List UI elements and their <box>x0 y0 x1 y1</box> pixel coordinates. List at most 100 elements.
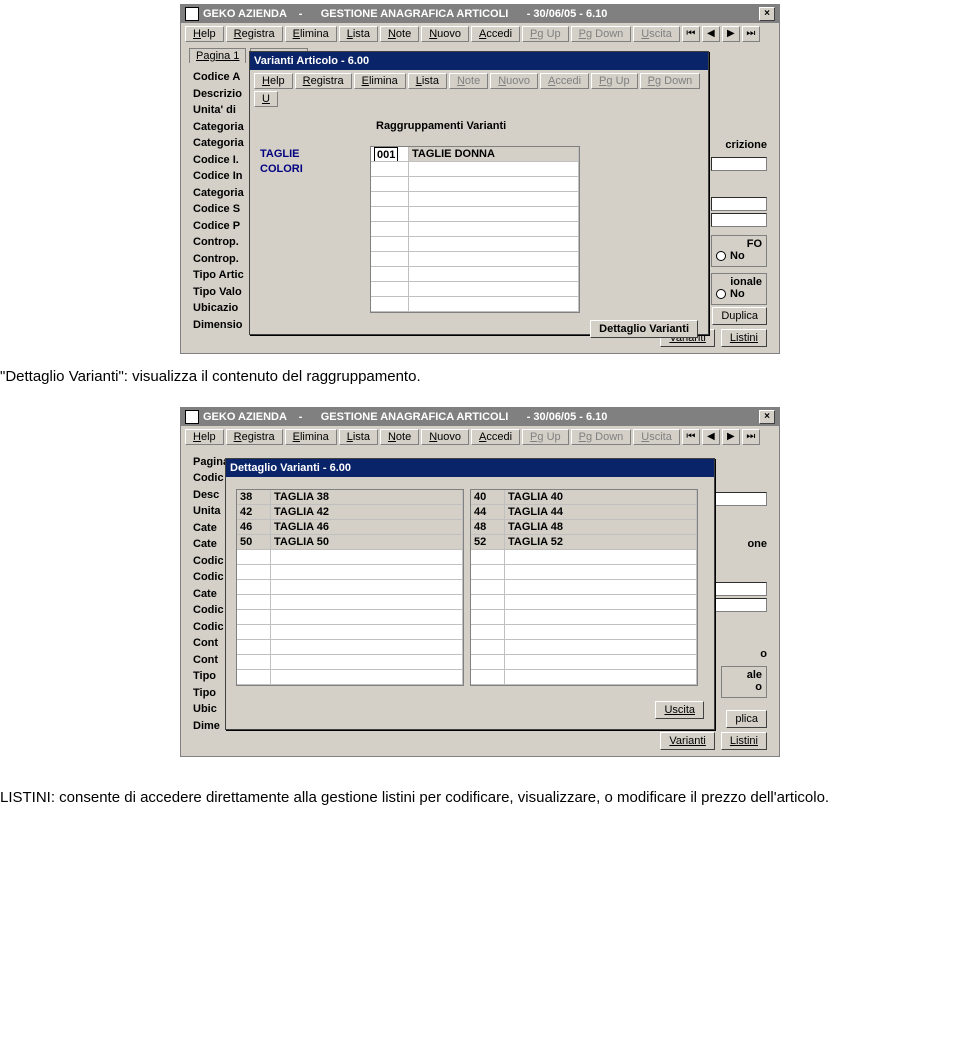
grid-cell[interactable] <box>471 640 505 655</box>
grid-cell[interactable] <box>409 252 579 267</box>
menu-registra[interactable]: Registra <box>226 26 283 42</box>
modal-menu-help[interactable]: Help <box>254 73 293 89</box>
grid-cell[interactable] <box>271 580 463 595</box>
menu-elimina[interactable]: Elimina <box>285 26 337 42</box>
grid-cell[interactable] <box>271 625 463 640</box>
grid-cell[interactable]: 46 <box>237 520 271 535</box>
grid-cell[interactable] <box>409 237 579 252</box>
grid-cell[interactable]: 50 <box>237 535 271 550</box>
modal-menu-elimina[interactable]: Elimina <box>354 73 406 89</box>
menu-accedi[interactable]: Accedi <box>471 429 520 445</box>
menu-note[interactable]: Note <box>380 26 419 42</box>
grid-cell[interactable]: 52 <box>471 535 505 550</box>
grid-cell[interactable] <box>471 550 505 565</box>
grid-cell[interactable] <box>505 580 697 595</box>
grid-cell[interactable] <box>237 580 271 595</box>
nav-⏭[interactable]: ⏭ <box>742 26 760 42</box>
grid-cell[interactable] <box>471 670 505 685</box>
menu-uscita[interactable]: Uscita <box>633 26 680 42</box>
grid-cell[interactable]: TAGLIA 46 <box>271 520 463 535</box>
close-icon[interactable]: × <box>759 410 775 424</box>
grid-cell[interactable] <box>505 655 697 670</box>
menu-note[interactable]: Note <box>380 429 419 445</box>
grid-cell[interactable] <box>471 565 505 580</box>
grid-cell[interactable] <box>471 580 505 595</box>
menu-pgup[interactable]: Pg Up <box>522 429 569 445</box>
grid-cell[interactable] <box>505 625 697 640</box>
modal-menu-lista[interactable]: Lista <box>408 73 447 89</box>
grid-cell[interactable]: TAGLIA 42 <box>271 505 463 520</box>
grid-cell[interactable]: TAGLIE DONNA <box>409 147 579 162</box>
modal-menu-u[interactable]: U <box>254 91 278 107</box>
grid-cell[interactable] <box>505 670 697 685</box>
varianti-button-2[interactable]: Varianti <box>660 732 714 750</box>
grid-cell[interactable]: 48 <box>471 520 505 535</box>
nav-⏮[interactable]: ⏮ <box>682 26 700 42</box>
grid-cell[interactable]: TAGLIA 48 <box>505 520 697 535</box>
grid-cell[interactable] <box>271 655 463 670</box>
side-item[interactable]: TAGLIE <box>260 148 303 163</box>
grid-cell[interactable] <box>271 550 463 565</box>
grid-cell[interactable] <box>409 267 579 282</box>
dettaglio-grid-left[interactable]: 38TAGLIA 3842TAGLIA 4246TAGLIA 4650TAGLI… <box>236 489 464 686</box>
grid-cell[interactable] <box>371 252 409 267</box>
grid-cell[interactable] <box>371 282 409 297</box>
grid-cell[interactable] <box>371 237 409 252</box>
menu-pgdown[interactable]: Pg Down <box>571 26 632 42</box>
grid-cell[interactable]: TAGLIA 44 <box>505 505 697 520</box>
side-item[interactable]: COLORI <box>260 163 303 178</box>
grid-cell[interactable] <box>237 595 271 610</box>
grid-cell[interactable] <box>371 207 409 222</box>
menu-nuovo[interactable]: Nuovo <box>421 429 469 445</box>
nav-▶[interactable]: ▶ <box>722 429 740 445</box>
grid-cell[interactable] <box>237 610 271 625</box>
modal-menu-registra[interactable]: Registra <box>295 73 352 89</box>
grid-cell[interactable] <box>505 550 697 565</box>
grid-cell[interactable] <box>271 670 463 685</box>
listini-button-2[interactable]: Listini <box>721 732 767 750</box>
grid-cell[interactable] <box>237 640 271 655</box>
menu-accedi[interactable]: Accedi <box>471 26 520 42</box>
menu-pgdown[interactable]: Pg Down <box>571 429 632 445</box>
menu-registra[interactable]: Registra <box>226 429 283 445</box>
tab-pagina-1[interactable]: Pagina 1 <box>189 48 246 63</box>
plica-button[interactable]: plica <box>726 710 767 728</box>
grid-cell[interactable] <box>371 267 409 282</box>
duplica-button[interactable]: Duplica <box>712 307 767 325</box>
grid-cell[interactable] <box>471 610 505 625</box>
grid-cell[interactable] <box>371 162 409 177</box>
grid-cell[interactable] <box>371 177 409 192</box>
listini-button[interactable]: Listini <box>721 329 767 347</box>
grid-cell[interactable] <box>271 610 463 625</box>
grid-cell[interactable] <box>471 595 505 610</box>
grid-cell[interactable] <box>237 565 271 580</box>
grid-cell[interactable]: TAGLIA 40 <box>505 490 697 505</box>
grid-cell[interactable] <box>371 192 409 207</box>
radio-icon[interactable] <box>716 251 726 261</box>
menu-nuovo[interactable]: Nuovo <box>421 26 469 42</box>
dettaglio-varianti-button[interactable]: Dettaglio Varianti <box>590 320 698 338</box>
grid-cell[interactable] <box>409 207 579 222</box>
radio-icon[interactable] <box>716 289 726 299</box>
grid-cell[interactable] <box>409 162 579 177</box>
grid-cell[interactable] <box>271 640 463 655</box>
menu-help[interactable]: Help <box>185 429 224 445</box>
grid-cell[interactable] <box>505 610 697 625</box>
grid-cell[interactable] <box>371 297 409 312</box>
grid-cell[interactable]: 44 <box>471 505 505 520</box>
grid-cell[interactable] <box>505 640 697 655</box>
grid-cell[interactable] <box>271 565 463 580</box>
grid-cell[interactable]: TAGLIA 52 <box>505 535 697 550</box>
grid-cell[interactable] <box>237 655 271 670</box>
grid-cell[interactable]: 42 <box>237 505 271 520</box>
grid-cell[interactable] <box>471 625 505 640</box>
grid-cell[interactable] <box>505 565 697 580</box>
nav-◀[interactable]: ◀ <box>702 429 720 445</box>
grid-cell[interactable] <box>237 550 271 565</box>
grid-cell[interactable] <box>409 282 579 297</box>
grid-cell[interactable]: 38 <box>237 490 271 505</box>
grid-cell[interactable] <box>271 595 463 610</box>
grid-cell[interactable] <box>409 192 579 207</box>
uscita-button[interactable]: Uscita <box>655 701 704 719</box>
grid-cell[interactable]: 001 <box>371 147 409 162</box>
